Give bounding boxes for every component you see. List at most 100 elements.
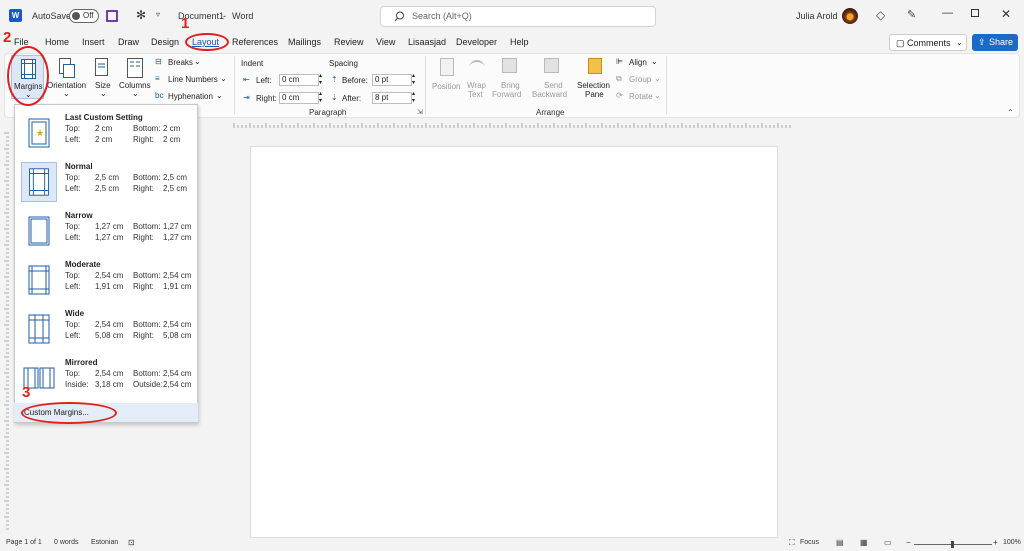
align-button[interactable]: ⊫ Align ⌄: [616, 57, 662, 69]
word-logo-icon[interactable]: W: [9, 9, 22, 22]
ribbon-divider: [234, 56, 235, 114]
left-label: Left:: [65, 233, 81, 242]
indent-left-icon: ⇤: [243, 75, 250, 84]
right-value: 2,5 cm: [163, 184, 188, 193]
tab-insert[interactable]: Insert: [82, 37, 105, 47]
language[interactable]: Estonian: [91, 539, 118, 546]
app-name: Word: [232, 11, 254, 21]
indent-right-stepper[interactable]: ▴ ▾: [319, 90, 322, 104]
margin-option-moderate[interactable]: Moderate Top: 2,54 cm Bottom: 2,54 cm Le…: [15, 254, 199, 303]
before-stepper[interactable]: ▴ ▾: [412, 72, 415, 86]
chevron-down-icon: ⌄: [63, 89, 70, 98]
selection-pane-button[interactable]: Selection Pane: [577, 55, 613, 103]
horizontal-ruler[interactable]: [232, 121, 792, 131]
print-layout-icon[interactable]: ▦: [860, 538, 868, 547]
wide-margins-icon: [28, 314, 50, 344]
svg-text:★: ★: [36, 129, 44, 139]
wrap-text-label-1: Wrap: [467, 81, 486, 90]
word-count[interactable]: 0 words: [54, 539, 79, 546]
indent-left-stepper[interactable]: ▴ ▾: [319, 72, 322, 86]
breaks-button[interactable]: ⊟ Breaks ⌄: [155, 57, 225, 69]
tab-mailings[interactable]: Mailings: [288, 37, 321, 47]
tab-draw[interactable]: Draw: [118, 37, 139, 47]
avatar[interactable]: [842, 8, 858, 24]
ribbon-divider: [666, 56, 667, 114]
zoom-out-icon[interactable]: −: [906, 538, 911, 547]
tab-developer[interactable]: Developer: [456, 37, 497, 47]
hyphenation-label: Hyphenation: [168, 92, 213, 101]
tab-home[interactable]: Home: [45, 37, 69, 47]
margin-option-normal[interactable]: Normal Top: 2,5 cm Bottom: 2,5 cm Left: …: [15, 156, 199, 205]
focus-label[interactable]: Focus: [800, 539, 819, 546]
bottom-label: Bottom:: [133, 271, 161, 280]
search-placeholder: Search (Alt+Q): [412, 11, 472, 21]
collapse-ribbon-icon[interactable]: ⌃: [1007, 108, 1014, 117]
margin-option-wide[interactable]: Wide Top: 2,54 cm Bottom: 2,54 cm Left: …: [15, 303, 199, 352]
left-label: Left:: [65, 135, 81, 144]
top-value: 2,54 cm: [95, 271, 124, 280]
accessibility-icon[interactable]: ⊡: [128, 538, 135, 547]
annotation-circle-custom-margins: [21, 402, 117, 424]
tab-view[interactable]: View: [376, 37, 395, 47]
before-input[interactable]: 0 pt: [372, 74, 412, 86]
comments-button[interactable]: ▢ Comments ⌄: [889, 34, 967, 51]
right-label: Right:: [133, 282, 154, 291]
wrap-text-button: Wrap Text: [465, 55, 489, 103]
close-icon[interactable]: ✕: [1001, 7, 1011, 21]
left-value: 2 cm: [95, 135, 113, 144]
columns-button[interactable]: Columns ⌄: [118, 55, 152, 99]
margin-option-mirrored[interactable]: Mirrored Top: 2,54 cm Bottom: 2,54 cm In…: [15, 352, 199, 401]
document-page[interactable]: [250, 146, 778, 538]
vertical-ruler[interactable]: [3, 131, 11, 541]
search-box[interactable]: Search (Alt+Q): [380, 6, 656, 27]
tab-help[interactable]: Help: [510, 37, 529, 47]
orientation-icon: [59, 58, 75, 78]
indent-left-input[interactable]: 0 cm: [279, 74, 319, 86]
after-stepper[interactable]: ▴ ▾: [412, 90, 415, 104]
read-mode-icon[interactable]: ▤: [836, 538, 844, 547]
send-backward-label-2: Backward: [532, 90, 568, 99]
save-icon[interactable]: [106, 10, 118, 22]
qat-more-icon[interactable]: ▿: [156, 10, 160, 19]
left-value: 1,91 cm: [95, 282, 124, 291]
align-label: Align: [629, 58, 647, 67]
after-input[interactable]: 8 pt: [372, 92, 412, 104]
bring-forward-button: Bring Forward: [492, 55, 528, 103]
web-layout-icon[interactable]: ▭: [884, 538, 892, 547]
page-count[interactable]: Page 1 of 1: [6, 539, 42, 546]
focus-icon[interactable]: ⛶: [789, 538, 795, 548]
user-name[interactable]: Julia Arold: [796, 11, 838, 21]
customize-icon[interactable]: ✻: [136, 8, 146, 22]
tab-design[interactable]: Design: [151, 37, 179, 47]
zoom-in-icon[interactable]: +: [993, 538, 998, 547]
hyphenation-button[interactable]: bc Hyphenation ⌄: [155, 91, 231, 103]
right-label: Right:: [133, 331, 154, 340]
annotation-circle-margins: [7, 46, 49, 106]
pen-icon[interactable]: ✎: [907, 8, 916, 21]
zoom-slider-thumb[interactable]: [951, 541, 954, 548]
option-name: Wide: [65, 309, 85, 318]
autosave-toggle[interactable]: Off: [69, 9, 99, 23]
dialog-launcher-icon[interactable]: ⇲: [417, 108, 423, 116]
ribbon-divider: [425, 56, 426, 114]
zoom-level[interactable]: 100%: [1003, 539, 1021, 546]
restore-icon[interactable]: [971, 9, 979, 17]
diamond-icon[interactable]: ◇: [876, 8, 885, 22]
bottom-label: Bottom:: [133, 124, 161, 133]
indent-right-input[interactable]: 0 cm: [279, 92, 319, 104]
margin-option-narrow[interactable]: Narrow Top: 1,27 cm Bottom: 1,27 cm Left…: [15, 205, 199, 254]
share-button[interactable]: ⇪ Share: [972, 34, 1018, 51]
orientation-button[interactable]: Orientation ⌄: [47, 55, 87, 99]
tab-review[interactable]: Review: [334, 37, 364, 47]
margin-option-last-custom[interactable]: ★ Last Custom Setting Top: 2 cm Bottom: …: [15, 107, 199, 156]
size-button[interactable]: Size ⌄: [91, 55, 115, 99]
indent-right-label: Right:: [256, 94, 277, 103]
top-value: 2 cm: [95, 124, 113, 133]
minimize-icon[interactable]: —: [942, 7, 953, 19]
tab-lisaasjad[interactable]: Lisaasjad: [408, 37, 446, 47]
right-value: 1,91 cm: [163, 282, 192, 291]
tab-references[interactable]: References: [232, 37, 278, 47]
chevron-down-icon: ⌄: [654, 74, 661, 83]
line-numbers-button[interactable]: ≡ Line Numbers ⌄: [155, 74, 231, 86]
bottom-label: Bottom:: [133, 369, 161, 378]
